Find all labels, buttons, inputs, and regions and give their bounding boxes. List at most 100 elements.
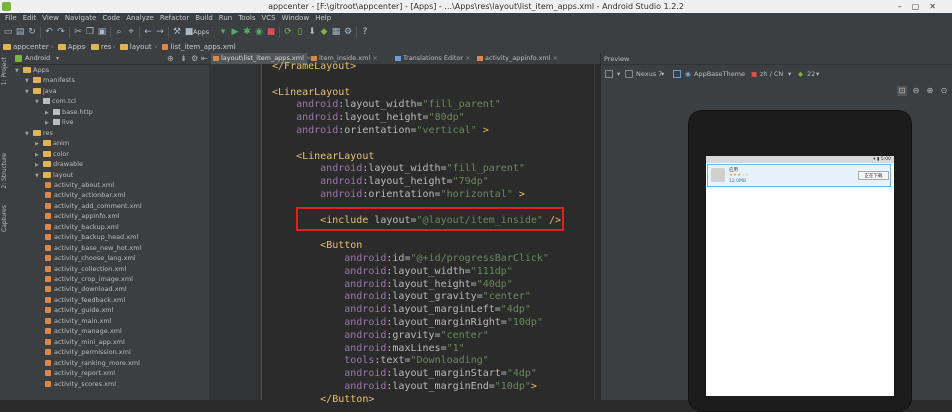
- editor-tab[interactable]: Translations Editor ×: [393, 53, 473, 64]
- open-folder-icon[interactable]: ▭: [3, 27, 13, 37]
- tree-file-item[interactable]: activity_guide.xml: [45, 305, 113, 316]
- tree-file-item[interactable]: activity_backup.xml: [45, 222, 119, 233]
- attach-debugger-icon[interactable]: ◉: [254, 27, 264, 37]
- tree-folder-item[interactable]: ▼ layout: [35, 170, 73, 181]
- expand-arrow-icon[interactable]: ▼: [35, 171, 43, 182]
- expand-arrow-icon[interactable]: ▼: [35, 97, 43, 108]
- code-editor[interactable]: </FrameLayout> <LinearLayout android:layo…: [262, 61, 600, 405]
- tree-file-item[interactable]: activity_scores.xml: [45, 379, 116, 390]
- close-icon[interactable]: ×: [551, 54, 558, 62]
- tree-folder-item[interactable]: ▼ Apps: [15, 65, 49, 76]
- tree-folder-item[interactable]: ▼ java: [25, 86, 57, 97]
- zoom-in-icon[interactable]: ⊕: [925, 86, 935, 96]
- sync-icon[interactable]: ↻: [27, 27, 37, 37]
- avd-manager-icon[interactable]: ▯: [295, 27, 305, 37]
- tree-folder-item[interactable]: ▶ drawable: [35, 159, 83, 170]
- menu-edit[interactable]: Edit: [20, 13, 40, 24]
- project-tool-button[interactable]: 1: Project: [1, 57, 8, 85]
- tree-folder-item[interactable]: ▼ manifests: [25, 75, 75, 86]
- menu-view[interactable]: View: [39, 13, 62, 24]
- structure-tool-button[interactable]: 2: Structure: [1, 153, 8, 189]
- tree-folder-item[interactable]: ▶ color: [35, 149, 69, 160]
- run-config-select[interactable]: Apps: [193, 28, 209, 37]
- captures-tool-button[interactable]: Captures: [1, 205, 8, 232]
- collapse-all-icon[interactable]: ⇟: [180, 53, 187, 64]
- make-project-icon[interactable]: ⚒: [172, 27, 182, 37]
- breadcrumb-item[interactable]: res: [90, 41, 112, 53]
- zoom-out-icon[interactable]: ⊖: [911, 86, 921, 96]
- tree-file-item[interactable]: activity_main.xml: [45, 316, 112, 327]
- chevron-down-icon[interactable]: ▾: [816, 70, 819, 78]
- back-icon[interactable]: ←: [143, 27, 153, 37]
- menu-vcs[interactable]: VCS: [258, 13, 278, 24]
- zoom-fit-icon[interactable]: ⊙: [939, 86, 949, 96]
- tree-folder-item[interactable]: ▶ base.http: [45, 107, 93, 118]
- save-all-icon[interactable]: ▤: [15, 27, 25, 37]
- breadcrumb-item[interactable]: appcenter: [3, 41, 49, 53]
- rotate-icon[interactable]: [673, 70, 681, 78]
- api-level-select[interactable]: 22: [807, 70, 815, 78]
- tree-file-item[interactable]: activity_about.xml: [45, 180, 114, 191]
- menu-tools[interactable]: Tools: [235, 13, 258, 24]
- gear-icon[interactable]: ⚙: [191, 53, 198, 64]
- stop-icon[interactable]: ■: [266, 27, 276, 37]
- menu-window[interactable]: Window: [279, 13, 313, 24]
- tree-file-item[interactable]: activity_report.xml: [45, 368, 115, 379]
- run-icon[interactable]: ▶: [230, 27, 240, 37]
- window-controls[interactable]: –▢✕: [898, 0, 946, 13]
- menu-help[interactable]: Help: [312, 13, 334, 24]
- debug-icon[interactable]: ✱: [242, 27, 252, 37]
- menu-run[interactable]: Run: [216, 13, 235, 24]
- forward-icon[interactable]: →: [155, 27, 165, 37]
- tree-file-item[interactable]: activity_add_comment.xml: [45, 201, 142, 212]
- expand-arrow-icon[interactable]: ▼: [15, 66, 23, 77]
- replace-icon[interactable]: ⌖: [126, 27, 136, 37]
- expand-arrow-icon[interactable]: ▼: [25, 87, 33, 98]
- tree-file-item[interactable]: activity_base_new_hot.xml: [45, 243, 141, 254]
- tree-file-item[interactable]: activity_backup_head.xml: [45, 232, 138, 243]
- breadcrumb-item[interactable]: list_item_apps.xml: [161, 41, 236, 53]
- chevron-down-icon[interactable]: ▾: [56, 53, 59, 64]
- menu-code[interactable]: Code: [99, 13, 123, 24]
- editor-tab[interactable]: activity_appinfo.xml ×: [475, 53, 558, 64]
- breadcrumb-item[interactable]: Apps: [57, 41, 85, 53]
- zoom-actual-icon[interactable]: ⊡: [897, 86, 907, 96]
- close-icon[interactable]: ×: [370, 54, 377, 62]
- tree-file-item[interactable]: activity_crop_image.xml: [45, 274, 133, 285]
- menu-analyze[interactable]: Analyze: [123, 13, 157, 24]
- breadcrumb-item[interactable]: layout: [119, 41, 152, 53]
- tree-folder-item[interactable]: ▶ anim: [35, 138, 69, 149]
- sync-with-editor-icon[interactable]: ⊕: [167, 53, 174, 64]
- locale-select[interactable]: zh / CN: [760, 70, 783, 78]
- device-select[interactable]: Nexus 7: [636, 70, 662, 78]
- tree-file-item[interactable]: activity_ranking_more.xml: [45, 358, 140, 369]
- menu-build[interactable]: Build: [192, 13, 216, 24]
- tree-file-item[interactable]: activity_actionbar.xml: [45, 190, 125, 201]
- menu-navigate[interactable]: Navigate: [62, 13, 99, 24]
- find-icon[interactable]: ⌕: [114, 27, 124, 37]
- hide-panel-icon[interactable]: ⇤: [201, 53, 208, 64]
- help-icon[interactable]: ?: [360, 27, 370, 37]
- tree-file-item[interactable]: activity_feedback.xml: [45, 295, 125, 306]
- project-structure-icon[interactable]: ▦: [331, 27, 341, 37]
- tree-folder-item[interactable]: ▶ live: [45, 117, 73, 128]
- android-monitor-icon[interactable]: ◆: [319, 27, 329, 37]
- download-button-preview[interactable]: 正在下载: [858, 171, 889, 180]
- chevron-down-icon[interactable]: ▾: [788, 70, 791, 78]
- cut-icon[interactable]: ✂: [73, 27, 83, 37]
- menu-file[interactable]: File: [2, 13, 20, 24]
- expand-arrow-icon[interactable]: ▼: [25, 129, 33, 140]
- paste-icon[interactable]: ▣: [97, 27, 107, 37]
- theme-select[interactable]: AppBaseTheme: [694, 70, 745, 78]
- project-view-mode[interactable]: Android: [25, 53, 50, 64]
- tree-file-item[interactable]: activity_appinfo.xml: [45, 211, 120, 222]
- tree-folder-item[interactable]: ▼ com.tcl: [35, 96, 76, 107]
- copy-icon[interactable]: ❐: [85, 27, 95, 37]
- tree-file-item[interactable]: activity_download.xml: [45, 284, 127, 295]
- layout-config-icon[interactable]: [605, 70, 613, 78]
- menu-refactor[interactable]: Refactor: [157, 13, 192, 24]
- tree-file-item[interactable]: activity_collection.xml: [45, 264, 126, 275]
- tree-file-item[interactable]: activity_choose_lang.xml: [45, 253, 136, 264]
- redo-icon[interactable]: ↷: [56, 27, 66, 37]
- settings-icon[interactable]: ⚙: [343, 27, 353, 37]
